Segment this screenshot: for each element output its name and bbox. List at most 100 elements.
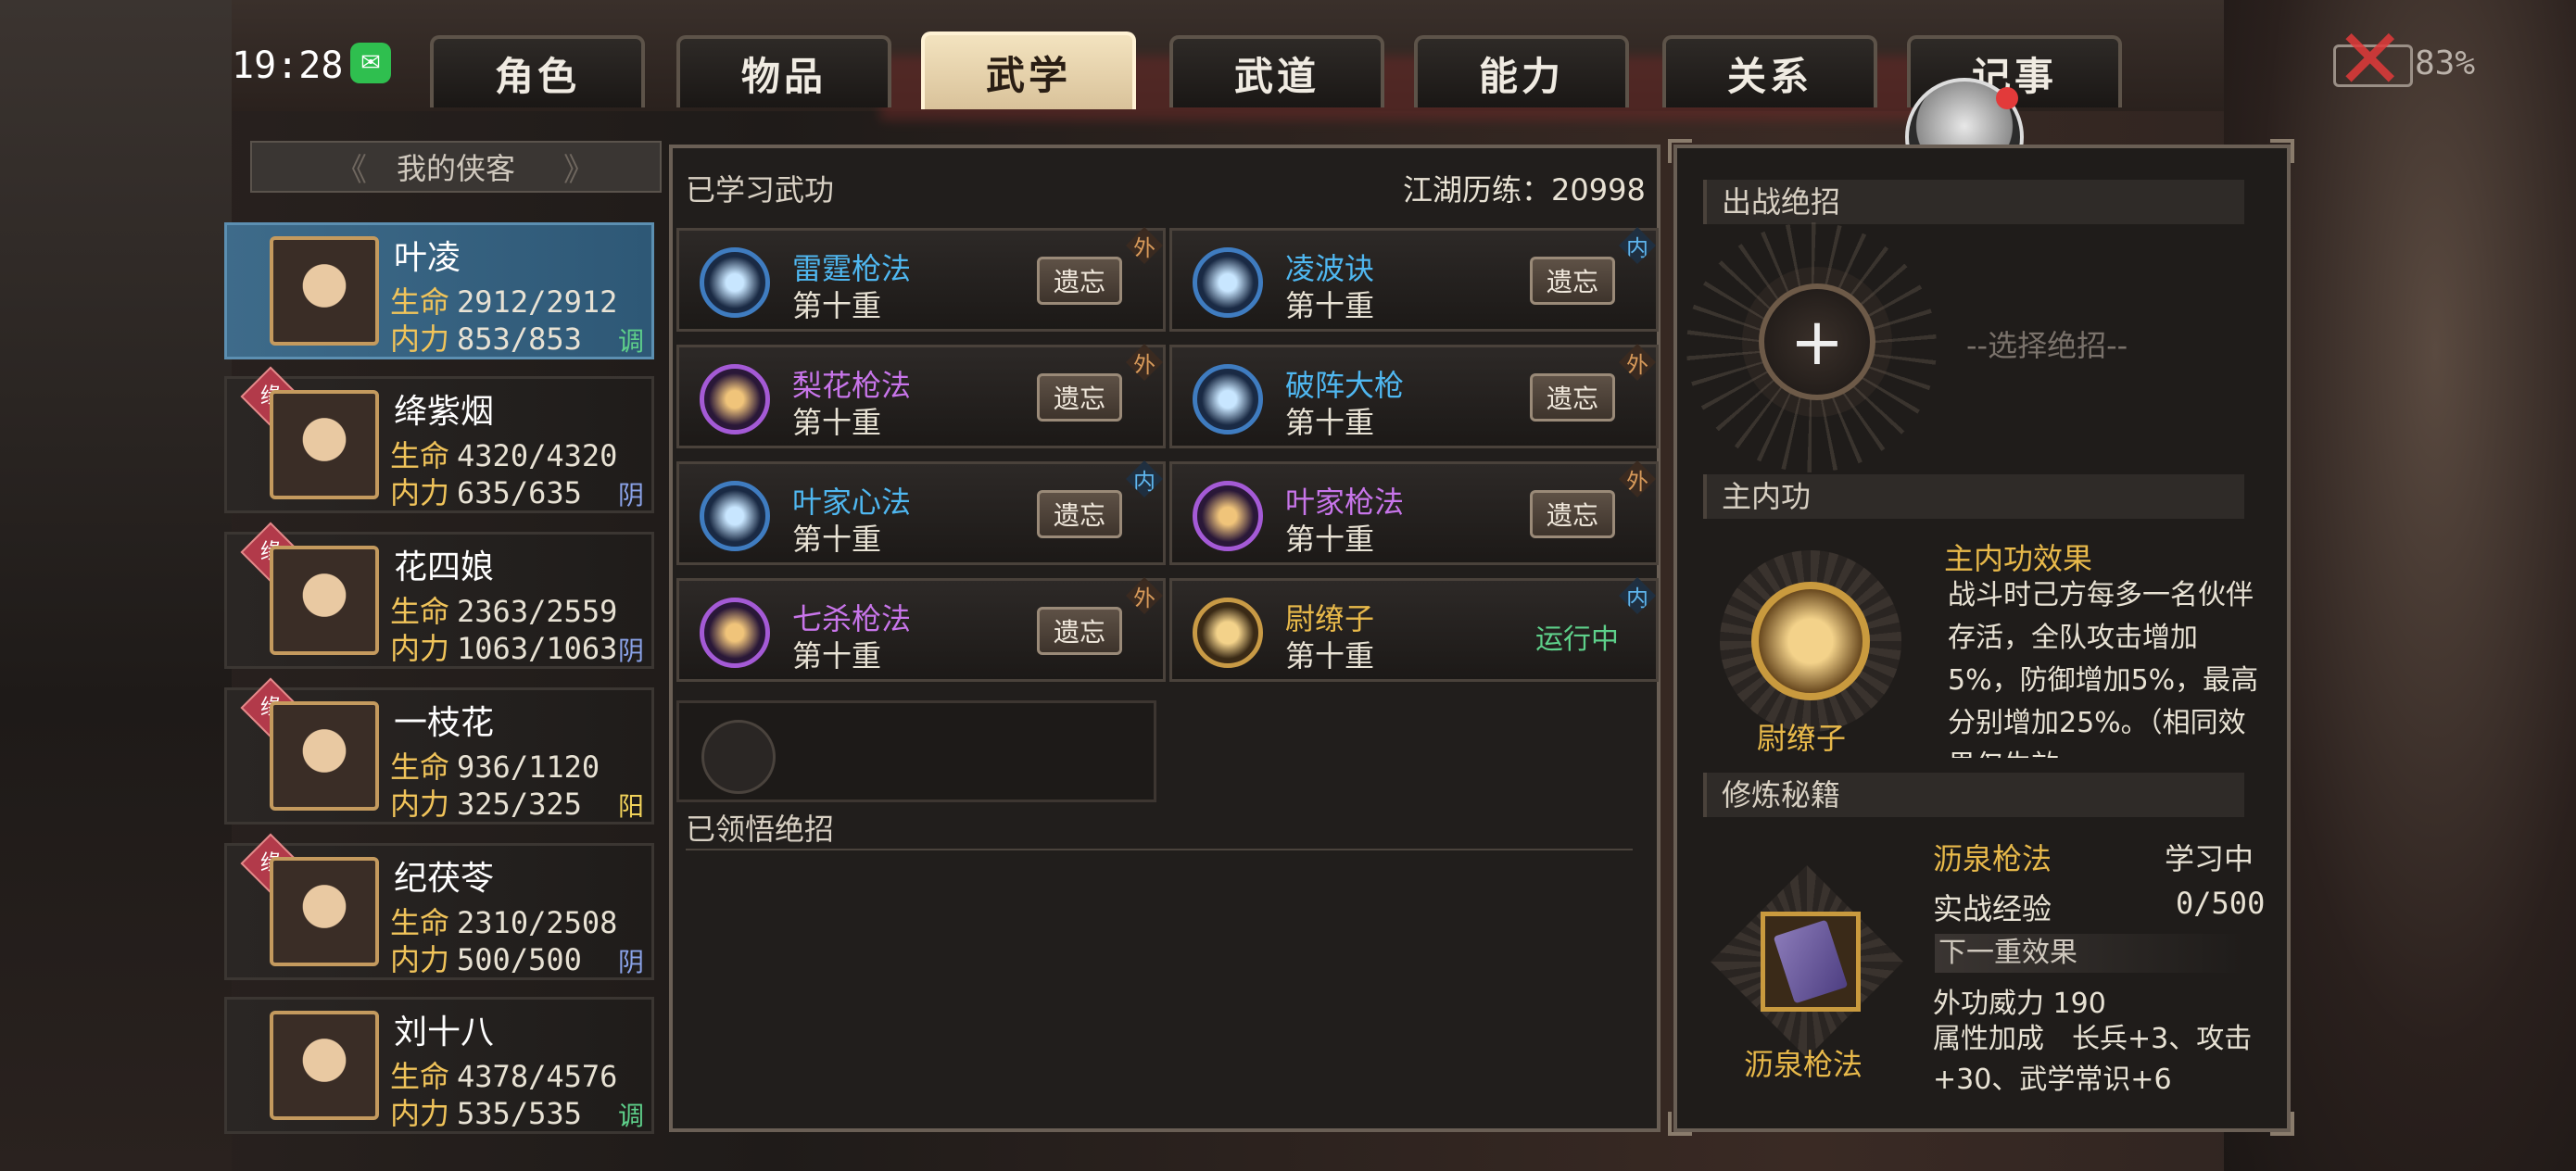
tab-character[interactable]: 角色 bbox=[430, 35, 645, 107]
character-portrait bbox=[270, 236, 379, 346]
skill-type-badge: 外 bbox=[1619, 344, 1656, 381]
hp-value: 2912/2912 bbox=[457, 284, 618, 320]
fist-icon[interactable] bbox=[1751, 582, 1870, 700]
character-card[interactable]: 缘 花四娘 生命2363/2559 内力1063/1063 阴 bbox=[224, 522, 654, 669]
next-level-header: 下一重效果 bbox=[1935, 934, 2244, 973]
status-clock: 19:28 bbox=[232, 44, 344, 87]
character-name: 绛紫烟 bbox=[394, 393, 495, 431]
character-portrait bbox=[270, 701, 379, 811]
meditation-icon bbox=[700, 481, 770, 551]
claw-icon bbox=[1193, 481, 1263, 551]
forget-button[interactable]: 遗忘 bbox=[1530, 490, 1615, 538]
character-tag: 阴 bbox=[617, 480, 644, 510]
corner-ornament bbox=[2270, 1112, 2294, 1136]
hp-label: 生命 bbox=[390, 905, 450, 940]
hp-label: 生命 bbox=[390, 594, 450, 629]
character-mp: 内力 1063/1063 bbox=[390, 625, 617, 668]
character-mp: 内力 853/853 bbox=[390, 316, 582, 359]
character-portrait bbox=[270, 1011, 379, 1120]
character-tag: 阴 bbox=[617, 636, 644, 666]
character-tag: 阳 bbox=[617, 791, 644, 822]
notification-dot bbox=[1996, 87, 2018, 109]
spear-burst-icon bbox=[700, 598, 770, 668]
mp-value: 853/853 bbox=[457, 321, 582, 357]
ultimates-title: 已领悟绝招 bbox=[686, 812, 835, 847]
corner-ornament bbox=[2270, 139, 2294, 163]
forget-button[interactable]: 遗忘 bbox=[1037, 607, 1122, 655]
corner-ornament bbox=[1668, 1112, 1692, 1136]
hp-label: 生命 bbox=[390, 749, 450, 785]
mp-label: 内力 bbox=[390, 787, 450, 822]
skill-card[interactable]: 破阵大枪 第十重 遗忘 外 bbox=[1169, 344, 1659, 448]
attribute-bonus: 属性加成 长兵+3、攻击+30、武学常识+6 bbox=[1933, 1023, 2253, 1096]
tab-wudao[interactable]: 武道 bbox=[1169, 35, 1384, 107]
wechat-icon: ✉ bbox=[350, 43, 391, 83]
character-name: 刘十八 bbox=[394, 1014, 495, 1051]
forget-button[interactable]: 遗忘 bbox=[1037, 490, 1122, 538]
mp-label: 内力 bbox=[390, 1096, 450, 1131]
forget-button[interactable]: 遗忘 bbox=[1037, 373, 1122, 422]
skill-card[interactable]: 梨花枪法 第十重 遗忘 外 bbox=[676, 344, 1166, 448]
forget-button[interactable]: 遗忘 bbox=[1530, 257, 1615, 305]
tab-items[interactable]: 物品 bbox=[676, 35, 891, 107]
skill-level: 第十重 bbox=[1285, 522, 1375, 557]
skill-type-badge: 外 bbox=[1126, 227, 1163, 264]
character-card[interactable]: 叶凌 生命 2912/2912 内力 853/853 调 bbox=[224, 222, 654, 359]
mp-label: 内力 bbox=[390, 475, 450, 510]
battery-percent: 83% bbox=[2415, 44, 2476, 82]
mp-label: 内力 bbox=[390, 321, 450, 357]
skill-level: 第十重 bbox=[1285, 288, 1375, 323]
mp-value: 535/535 bbox=[457, 1096, 582, 1131]
tab-abilities[interactable]: 能力 bbox=[1414, 35, 1629, 107]
forget-button[interactable]: 遗忘 bbox=[1530, 373, 1615, 422]
book-icon[interactable] bbox=[1761, 912, 1861, 1012]
skill-type-badge: 内 bbox=[1619, 577, 1656, 614]
skill-type-badge: 外 bbox=[1126, 577, 1163, 614]
skill-card[interactable]: 尉缭子 第十重 运行中 内 bbox=[1169, 577, 1659, 682]
character-card[interactable]: 刘十八 生命 4378/4576 内力 535/535 调 bbox=[224, 997, 654, 1134]
character-card[interactable]: 缘 绛紫烟 生命4320/4320 内力635/635 阴 bbox=[224, 366, 654, 513]
manual-name-label: 沥泉枪法 bbox=[1744, 1047, 1863, 1082]
skill-level: 第十重 bbox=[792, 405, 882, 440]
skill-card[interactable]: 凌波诀 第十重 遗忘 内 bbox=[1169, 227, 1659, 332]
spear-icon bbox=[1193, 364, 1263, 434]
lightning-spear-icon bbox=[700, 247, 770, 318]
manual-name: 沥泉枪法 bbox=[1933, 841, 2052, 876]
spear-icon bbox=[700, 364, 770, 434]
hp-value: 2310/2508 bbox=[457, 905, 618, 940]
character-portrait bbox=[270, 390, 379, 499]
character-mp: 内力 635/635 bbox=[390, 470, 582, 512]
character-mp: 内力 325/325 bbox=[390, 781, 582, 824]
character-card[interactable]: 缘 一枝花 生命936/1120 内力325/325 阳 bbox=[224, 677, 654, 825]
skill-type-badge: 外 bbox=[1126, 344, 1163, 381]
tab-relations[interactable]: 关系 bbox=[1662, 35, 1877, 107]
character-name: 一枝花 bbox=[394, 704, 495, 742]
empty-skill-slot[interactable] bbox=[676, 700, 1156, 802]
skill-card[interactable]: 叶家枪法 第十重 遗忘 外 bbox=[1169, 460, 1659, 565]
combat-exp-value: 0/500 bbox=[2176, 886, 2266, 921]
character-tag: 调 bbox=[617, 326, 644, 357]
character-portrait bbox=[270, 546, 379, 655]
mp-value: 1063/1063 bbox=[457, 631, 618, 666]
battery-close-icon[interactable]: ✕ bbox=[2335, 19, 2405, 102]
forget-button[interactable]: 遗忘 bbox=[1037, 257, 1122, 305]
manual-section-title: 修炼秘籍 bbox=[1703, 773, 2244, 817]
mp-label: 内力 bbox=[390, 942, 450, 977]
mp-value: 500/500 bbox=[457, 942, 582, 977]
hp-label: 生命 bbox=[390, 284, 450, 320]
character-card[interactable]: 缘 纪茯苓 生命2310/2508 内力500/500 阴 bbox=[224, 833, 654, 980]
chevron-right-icon: 》 bbox=[563, 151, 595, 189]
select-ultimate-hint[interactable]: --选择绝招-- bbox=[1966, 322, 2128, 365]
skill-card[interactable]: 七杀枪法 第十重 遗忘 外 bbox=[676, 577, 1166, 682]
skill-level: 第十重 bbox=[792, 288, 882, 323]
mp-value: 325/325 bbox=[457, 787, 582, 822]
tab-martial-arts[interactable]: 武学 bbox=[921, 31, 1136, 109]
skill-level: 第十重 bbox=[1285, 405, 1375, 440]
skill-type-badge: 外 bbox=[1619, 460, 1656, 497]
skill-card[interactable]: 雷霆枪法 第十重 遗忘 外 bbox=[676, 227, 1166, 332]
character-portrait bbox=[270, 857, 379, 966]
add-ultimate-icon[interactable]: + bbox=[1759, 283, 1875, 400]
skill-card[interactable]: 叶家心法 第十重 遗忘 内 bbox=[676, 460, 1166, 565]
character-mp: 内力 500/500 bbox=[390, 937, 582, 979]
hp-value: 2363/2559 bbox=[457, 594, 618, 629]
